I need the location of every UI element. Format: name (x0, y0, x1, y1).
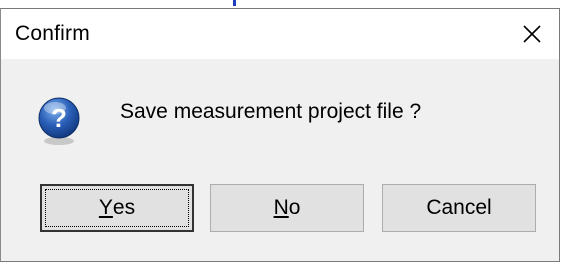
dialog-message: Save measurement project file ? (120, 100, 422, 123)
question-icon: ? (37, 96, 81, 146)
svg-text:?: ? (51, 103, 67, 133)
confirm-dialog: Confirm ? Save measurement project file … (0, 8, 560, 262)
dialog-body: ? Save measurement project file ? Yes No… (1, 59, 559, 261)
yes-access-key: Y (98, 196, 113, 219)
yes-label-rest: es (112, 196, 136, 219)
no-access-key: N (273, 196, 289, 219)
cancel-button[interactable]: Cancel (382, 184, 536, 232)
dialog-title: Confirm (15, 22, 90, 45)
close-button[interactable] (505, 9, 559, 59)
title-bar[interactable]: Confirm (1, 9, 559, 59)
no-label-rest: o (288, 196, 301, 219)
yes-button[interactable]: Yes (40, 184, 194, 232)
background-accent-mark (233, 0, 236, 6)
close-icon (523, 25, 541, 43)
cancel-label: Cancel (426, 196, 492, 219)
no-button[interactable]: No (210, 184, 364, 232)
